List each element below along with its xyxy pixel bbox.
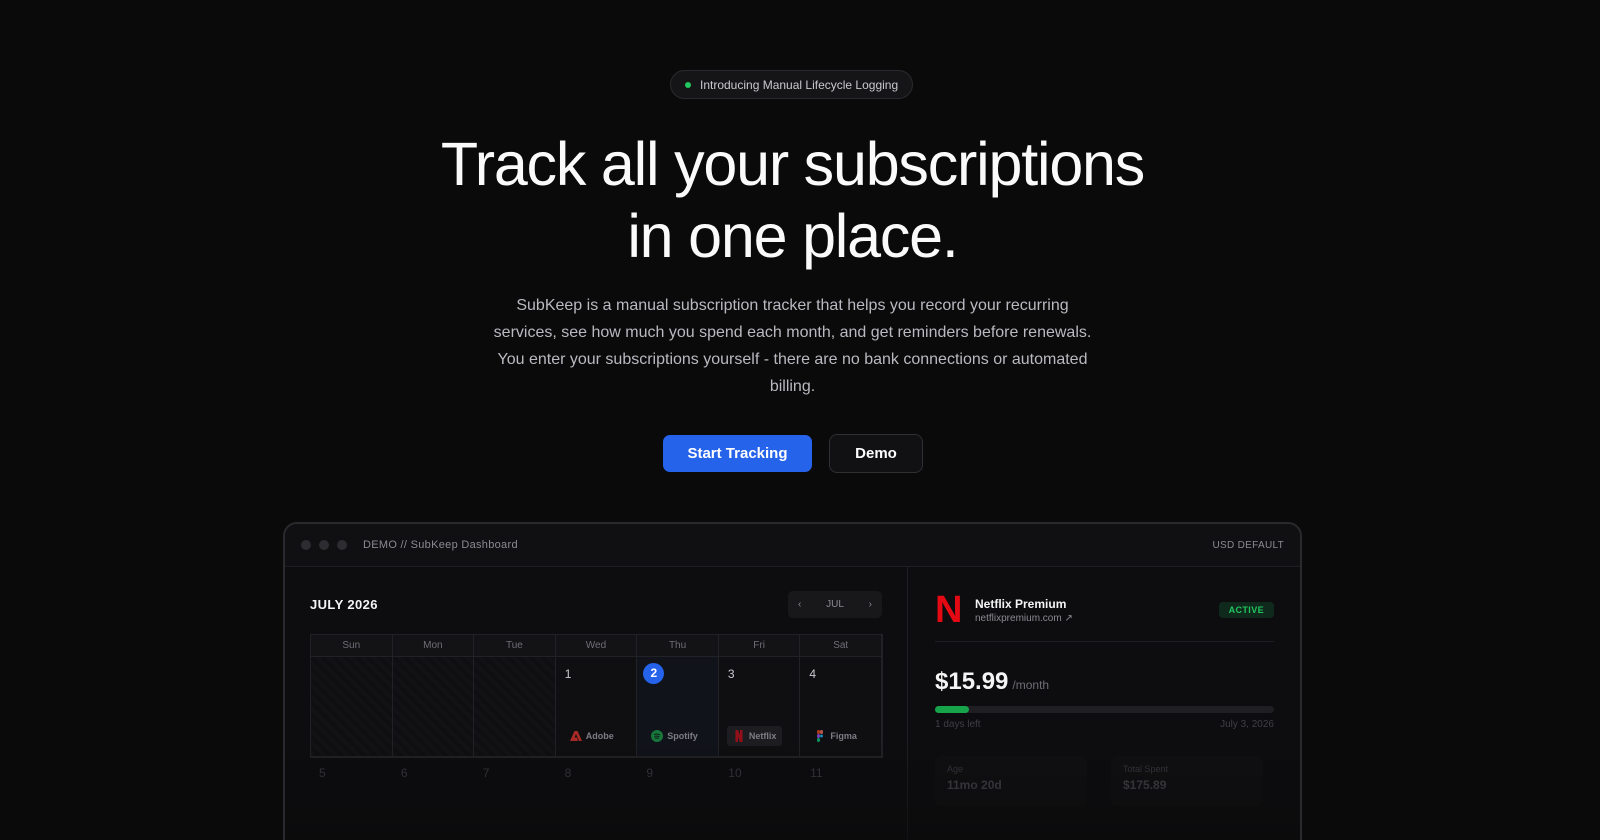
day-number[interactable]: 8	[556, 758, 638, 788]
subscription-price: $15.99	[935, 668, 1009, 695]
stat-total-spent: Total Spent $175.89	[1111, 756, 1263, 806]
day-number: 1	[564, 667, 572, 681]
adobe-icon	[569, 731, 582, 741]
weekday-header: Fri	[718, 635, 801, 657]
day-number[interactable]: 11	[801, 758, 883, 788]
days-left: 1 days left	[935, 719, 981, 730]
stat-value: 11mo 20d	[947, 778, 1002, 792]
weekday-header: Mon	[392, 635, 475, 657]
calendar-nav: ‹ JUL ›	[788, 591, 882, 618]
subscription-chip-netflix[interactable]: Netflix	[726, 726, 783, 746]
chevron-left-icon[interactable]: ‹	[798, 599, 801, 610]
day-number: 4	[809, 667, 817, 681]
renewal-date: July 3, 2026	[1220, 719, 1274, 730]
stat-value: $175.89	[1123, 778, 1167, 792]
subscription-chip-figma[interactable]: Figma	[808, 726, 863, 746]
chip-label: Adobe	[585, 731, 614, 741]
window-minimize-icon[interactable]	[319, 540, 329, 550]
calendar-day-empty	[474, 657, 556, 757]
start-tracking-button[interactable]: Start Tracking	[663, 435, 812, 472]
subscription-detail-panel: N Netflix Premium netflixpremium.com ↗ A…	[908, 567, 1300, 840]
chevron-right-icon[interactable]: ›	[869, 599, 872, 610]
subscription-chip-spotify[interactable]: Spotify	[645, 726, 704, 746]
calendar-nav-month: JUL	[826, 599, 844, 610]
announcement-text: Introducing Manual Lifecycle Logging	[700, 77, 899, 92]
day-number[interactable]: 5	[310, 758, 392, 788]
hero-title-line-1: Track all your subscriptions	[440, 130, 1145, 198]
status-badge: ACTIVE	[1218, 602, 1274, 618]
netflix-logo-icon: N	[935, 588, 963, 631]
day-number[interactable]: 6	[392, 758, 474, 788]
day-number: 3	[727, 667, 735, 681]
calendar-grid: Sun Mon Tue Wed Thu Fri Sat 1 Adobe 2 Sp…	[310, 634, 883, 758]
url-text: netflixpremium.com	[975, 612, 1062, 624]
calendar-month: JULY 2026	[310, 597, 378, 612]
spotify-icon	[651, 730, 664, 742]
hero-title-line-2: in one place.	[627, 202, 959, 270]
dashboard-preview: DEMO // SubKeep Dashboard USD DEFAULT JU…	[283, 522, 1302, 840]
chip-label: Figma	[830, 731, 857, 741]
day-number[interactable]: 9	[637, 758, 719, 788]
window-controls	[301, 540, 347, 550]
dashboard-title: DEMO // SubKeep Dashboard	[363, 539, 518, 551]
renewal-progress-fill	[935, 706, 969, 713]
calendar-day-empty	[311, 657, 393, 757]
figma-icon	[817, 730, 824, 742]
netflix-icon	[735, 730, 743, 742]
renewal-progress-bar	[935, 706, 1274, 713]
hero-title: Track all your subscriptions in one plac…	[0, 128, 1585, 272]
billing-period: /month	[1012, 678, 1050, 692]
status-dot-icon	[685, 81, 691, 88]
day-number[interactable]: 10	[719, 758, 801, 788]
chip-label: Spotify	[667, 731, 698, 741]
stat-label: Age	[947, 764, 964, 774]
weekday-header: Sun	[311, 635, 393, 657]
weekday-header: Wed	[555, 635, 638, 657]
calendar-day[interactable]: 1 Adobe	[555, 657, 638, 757]
stat-age: Age 11mo 20d	[935, 756, 1087, 806]
weekday-header: Thu	[637, 635, 719, 657]
stat-label: Total Spent	[1123, 764, 1169, 774]
dashboard-titlebar: DEMO // SubKeep Dashboard USD DEFAULT	[285, 524, 1300, 567]
announcement-badge[interactable]: Introducing Manual Lifecycle Logging	[670, 70, 913, 99]
weekday-header: Tue	[474, 635, 556, 657]
weekday-header: Sat	[800, 635, 882, 657]
subscription-url-link[interactable]: netflixpremium.com ↗	[975, 613, 1073, 624]
calendar-panel: JULY 2026 ‹ JUL › Sun Mon Tue Wed Thu Fr…	[285, 567, 908, 840]
day-number-today: 2	[643, 663, 665, 684]
calendar-day-empty	[392, 657, 475, 757]
calendar-day[interactable]: 3 Netflix	[718, 657, 801, 757]
calendar-day[interactable]: 4 Figma	[800, 657, 882, 757]
demo-button[interactable]: Demo	[829, 434, 923, 473]
calendar-day-today[interactable]: 2 Spotify	[637, 657, 719, 757]
external-link-icon: ↗	[1064, 612, 1073, 624]
calendar-week-2: 5 6 7 8 9 10 11	[310, 758, 883, 788]
subscription-chip-adobe[interactable]: Adobe	[564, 726, 620, 746]
window-close-icon[interactable]	[301, 540, 311, 550]
hero-description: SubKeep is a manual subscription tracker…	[493, 297, 1092, 395]
day-number[interactable]: 7	[474, 758, 556, 788]
chip-label: Netflix	[748, 731, 777, 741]
subscription-name: Netflix Premium	[975, 596, 1067, 611]
window-maximize-icon[interactable]	[337, 540, 347, 550]
currency-label[interactable]: USD DEFAULT	[1213, 540, 1284, 551]
